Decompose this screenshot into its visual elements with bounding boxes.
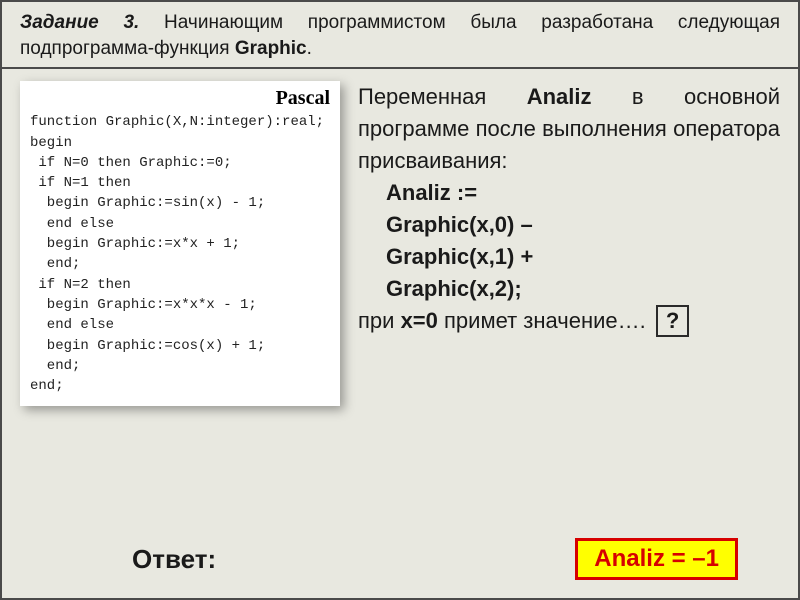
x-value: x=0 bbox=[401, 308, 438, 333]
task-tail: . bbox=[307, 38, 312, 59]
explanation: Переменная Analiz в основной программе п… bbox=[358, 81, 780, 337]
task-header: Задание 3. Начинающим программистом была… bbox=[2, 2, 798, 69]
p2-prefix: при bbox=[358, 308, 401, 333]
function-name: Graphic bbox=[235, 38, 307, 59]
answer-box: Analiz = –1 bbox=[575, 538, 738, 580]
code-card: Pascal function Graphic(X,N:integer):rea… bbox=[20, 81, 340, 406]
code-language-label: Pascal bbox=[30, 87, 330, 110]
expr-line-1: Analiz := bbox=[358, 177, 780, 209]
content-row: Pascal function Graphic(X,N:integer):rea… bbox=[2, 69, 798, 416]
expr-line-4: Graphic(x,2); bbox=[358, 273, 780, 305]
expr-line-2: Graphic(x,0) – bbox=[358, 209, 780, 241]
p1-prefix: Переменная bbox=[358, 84, 527, 109]
answer-label: Ответ: bbox=[132, 544, 216, 575]
explain-paragraph-1: Переменная Analiz в основной программе п… bbox=[358, 81, 780, 177]
exercise-card: Задание 3. Начинающим программистом была… bbox=[0, 0, 800, 600]
code-listing: function Graphic(X,N:integer):real; begi… bbox=[30, 112, 330, 396]
p2-suffix: примет значение…. bbox=[438, 308, 646, 333]
variable-name: Analiz bbox=[527, 84, 592, 109]
question-mark-box: ? bbox=[656, 305, 689, 338]
explain-paragraph-2: при x=0 примет значение…. ? bbox=[358, 305, 780, 338]
expr-line-3: Graphic(x,1) + bbox=[358, 241, 780, 273]
answer-row: Ответ: Analiz = –1 bbox=[2, 538, 798, 580]
task-lead: Задание 3. bbox=[20, 12, 139, 33]
